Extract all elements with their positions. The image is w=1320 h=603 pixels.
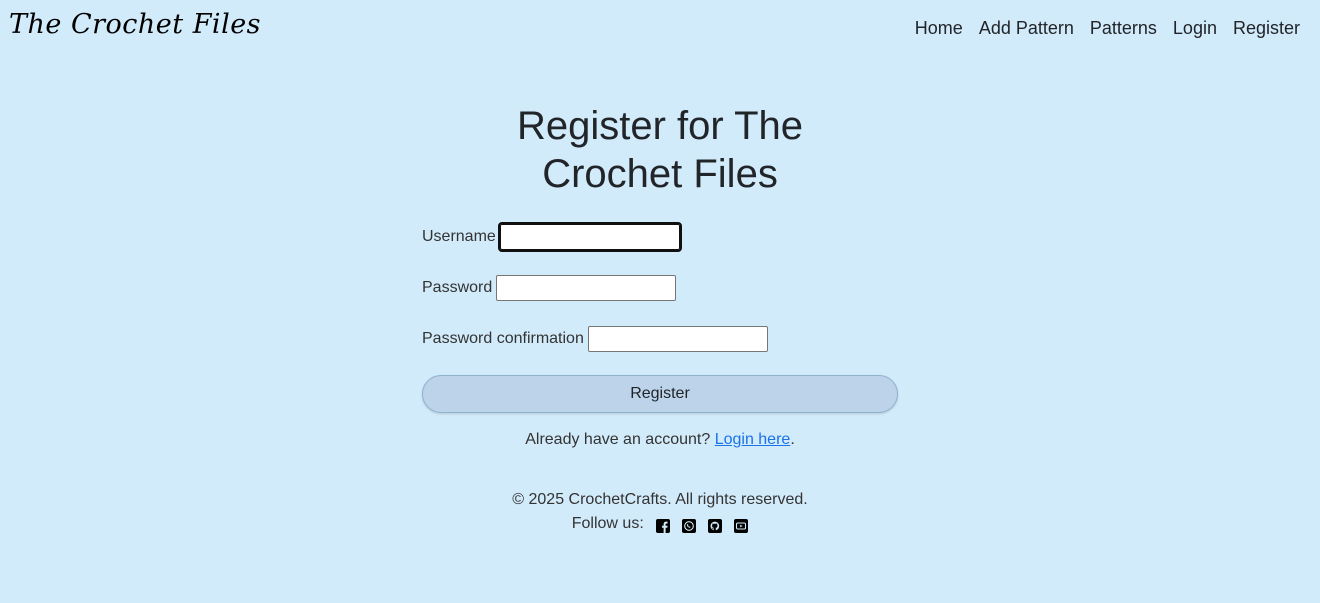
nav-login[interactable]: Login xyxy=(1165,16,1225,40)
github-icon[interactable] xyxy=(708,517,723,533)
nav-register[interactable]: Register xyxy=(1225,16,1308,40)
nav-menu: Home Add Pattern Patterns Login Register xyxy=(907,16,1308,40)
username-input[interactable] xyxy=(497,222,682,252)
nav-home[interactable]: Home xyxy=(907,16,971,40)
whatsapp-icon[interactable] xyxy=(682,517,697,533)
login-prompt-suffix: . xyxy=(790,431,795,448)
login-prompt-text: Already have an account? xyxy=(525,431,711,448)
footer: © 2025 CrochetCrafts. All rights reserve… xyxy=(0,488,1320,536)
nav-patterns[interactable]: Patterns xyxy=(1082,16,1165,40)
password-confirmation-input[interactable] xyxy=(587,326,768,352)
username-label: Username xyxy=(422,228,496,245)
password-row: Password xyxy=(422,273,898,303)
follow-row: Follow us: xyxy=(0,512,1320,536)
username-row: Username xyxy=(422,222,898,252)
navbar: The Crochet Files Home Add Pattern Patte… xyxy=(0,0,1320,56)
register-form-container: Register for The Crochet Files Username … xyxy=(422,102,898,449)
copyright: © 2025 CrochetCrafts. All rights reserve… xyxy=(512,491,808,508)
youtube-icon[interactable] xyxy=(734,517,749,533)
login-link[interactable]: Login here xyxy=(715,431,791,448)
brand-logo[interactable]: The Crochet Files xyxy=(9,9,261,40)
follow-label: Follow us: xyxy=(571,515,644,532)
register-form: Username Password Password confirmation … xyxy=(422,222,898,413)
password-confirmation-label: Password confirmation xyxy=(422,330,584,347)
register-button[interactable]: Register xyxy=(422,375,898,413)
social-links xyxy=(656,517,749,533)
password-input[interactable] xyxy=(496,275,677,301)
password-label: Password xyxy=(422,279,493,296)
facebook-icon[interactable] xyxy=(656,517,671,533)
password-confirmation-row: Password confirmation xyxy=(422,324,898,354)
nav-add-pattern[interactable]: Add Pattern xyxy=(971,16,1082,40)
login-prompt: Already have an account? Login here. xyxy=(422,431,898,449)
page-title: Register for The Crochet Files xyxy=(516,104,804,196)
